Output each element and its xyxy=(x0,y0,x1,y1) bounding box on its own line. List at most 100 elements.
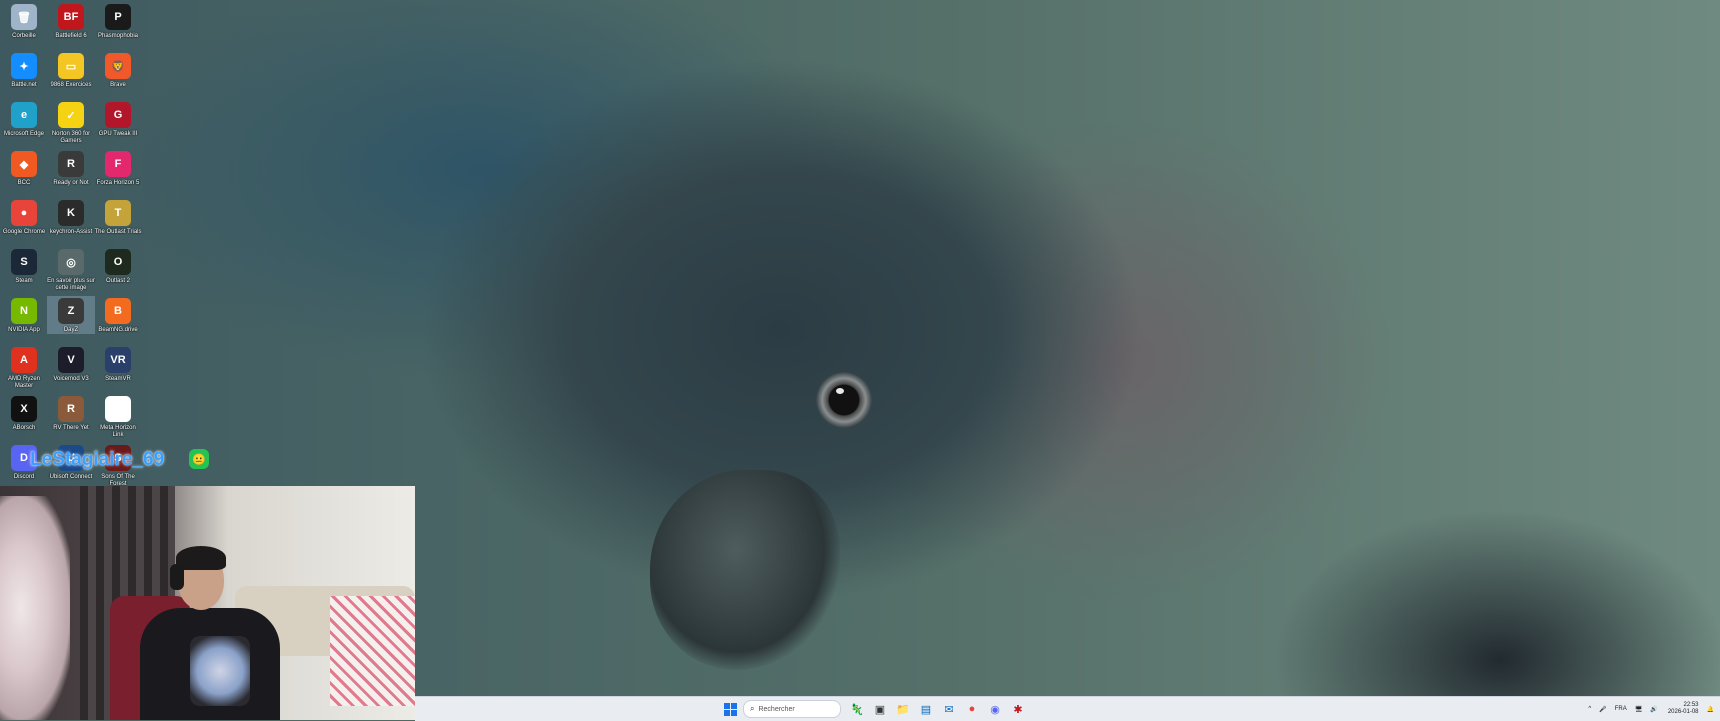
volume-icon[interactable]: 🔊 xyxy=(1650,706,1657,713)
ready-or-not-icon: R xyxy=(58,151,84,177)
taskbar-store-icon[interactable]: ▤ xyxy=(916,699,936,719)
desktop-icon-microsoft-edge[interactable]: e Microsoft Edge xyxy=(0,100,48,138)
desktop-icon-beamng-drive[interactable]: B BeamNG.drive xyxy=(94,296,142,334)
desktop-icon-label: Ready or Not xyxy=(53,180,89,186)
desktop-icon-label: Corbeille xyxy=(12,33,36,39)
desktop-icon-label: Forza Horizon 5 xyxy=(96,180,140,186)
bcc-icon: ◆ xyxy=(11,151,37,177)
taskbar-app-red-icon[interactable]: ✱ xyxy=(1008,699,1028,719)
streamer-username: LeStagiaire_69 xyxy=(30,449,165,470)
9868-exercices-icon: ▭ xyxy=(58,53,84,79)
desktop-icon-label: Outlast 2 xyxy=(105,278,130,284)
phasmophobia-icon: P xyxy=(105,4,131,30)
desktop-icon-label: BeamNG.drive xyxy=(98,327,138,333)
desktop-icon-label: SteamVR xyxy=(105,376,131,382)
rv-there-yet-icon: R xyxy=(58,396,84,422)
desktop-icon-ready-or-not[interactable]: R Ready or Not xyxy=(47,149,95,187)
microphone-icon[interactable]: 🎤 xyxy=(1599,706,1606,713)
webcam-christmas-tree xyxy=(0,496,70,720)
desktop-icon-label: Norton 360 for Gamers xyxy=(51,131,91,144)
desktop-icon-9868-exercices[interactable]: ▭ 9868 Exercices xyxy=(47,51,95,89)
dayz-icon: Z xyxy=(58,298,84,324)
desktop-icon-en-savoir-plus-sur-cette-image[interactable]: ◎ En savoir plus sur cette image xyxy=(47,247,95,292)
desktop-icon-battlefield-6[interactable]: BF Battlefield 6 xyxy=(47,2,95,40)
notification-bell-icon[interactable]: 🔔 xyxy=(1707,706,1714,713)
search-icon: ⌕ xyxy=(750,704,755,713)
taskbar-chrome-icon[interactable]: ● xyxy=(962,699,982,719)
network-icon[interactable]: 🖥 xyxy=(1635,706,1643,713)
taskbar-file-explorer-icon[interactable]: 📁 xyxy=(893,699,913,719)
desktop-icon-keychron-assist[interactable]: Kkeychron-Assist xyxy=(47,198,95,236)
desktop-icon-steam[interactable]: S Steam xyxy=(0,247,48,285)
taskbar-task-view-icon[interactable]: ▣ xyxy=(870,699,890,719)
start-button[interactable] xyxy=(720,699,740,719)
desktop-icon-voicemod-v3[interactable]: V Voicemod V3 xyxy=(47,345,95,383)
desktop-icon-steamvr[interactable]: VR SteamVR xyxy=(94,345,142,383)
clock-time: 22:53 xyxy=(1683,702,1699,708)
desktop-icon-label: Ubisoft Connect xyxy=(49,474,93,480)
steam-icon: S xyxy=(11,249,37,275)
taskbar-outlook-icon[interactable]: ✉ xyxy=(939,699,959,719)
gpu-tweak-iii-icon: G xyxy=(105,102,131,128)
taskbar-discord-icon[interactable]: ◉ xyxy=(985,699,1005,719)
outlast-2-icon: O xyxy=(105,249,131,275)
desktop-icon-google-chrome[interactable]: ● Google Chrome xyxy=(0,198,48,236)
taskbar-clock[interactable]: 22:53 2026-01-08 xyxy=(1668,702,1699,716)
desktop-icon-gpu-tweak-iii[interactable]: G GPU Tweak III xyxy=(94,100,142,138)
desktop-icon-nvidia-app[interactable]: N NVIDIA App xyxy=(0,296,48,334)
steamvr-icon: VR xyxy=(105,347,131,373)
battle-net-icon: ✦ xyxy=(11,53,37,79)
corbeille-icon: 🗑 xyxy=(11,4,37,30)
desktop-icon-label: Battlefield 6 xyxy=(55,33,87,39)
desktop-icon-label: AMD Ryzen Master xyxy=(7,376,40,389)
desktop-icon-brave[interactable]: 🦁 Brave xyxy=(94,51,142,89)
battlefield-6-icon: BF xyxy=(58,4,84,30)
microsoft-edge-icon: e xyxy=(11,102,37,128)
nvidia-app-icon: N xyxy=(11,298,37,324)
desktop-icon-label: Brave xyxy=(110,82,126,88)
voicemod-v3-icon: V xyxy=(58,347,84,373)
system-tray: ^ 🎤 FRA 🖥 🔊 22:53 2026-01-08 🔔 xyxy=(1580,699,1714,719)
aborsch-icon: X xyxy=(11,396,37,422)
norton-360-for-gamers-icon: ✓ xyxy=(58,102,84,128)
desktop-icon-label: Meta Horizon Link xyxy=(100,425,136,438)
desktop-icon-outlast-2[interactable]: O Outlast 2 xyxy=(94,247,142,285)
overlay-badge-icon: 😐 xyxy=(189,449,209,469)
brave-icon: 🦁 xyxy=(105,53,131,79)
wallpaper-beak xyxy=(650,470,840,670)
keychron-assist-icon: K xyxy=(58,200,84,226)
desktop-icon-rv-there-yet[interactable]: R RV There Yet xyxy=(47,394,95,432)
desktop-icon-label: BCC xyxy=(17,180,31,186)
desktop-icon-phasmophobia[interactable]: P Phasmophobia xyxy=(94,2,142,40)
desktop-icon-label: RV There Yet xyxy=(53,425,89,431)
desktop-icon-label: En savoir plus sur cette image xyxy=(47,278,95,291)
desktop-icon-corbeille[interactable]: 🗑 Corbeille xyxy=(0,2,48,40)
desktop-icon-amd-ryzen-master[interactable]: A AMD Ryzen Master xyxy=(0,345,48,390)
desktop-icon-meta-horizon-link[interactable]: ∞ Meta Horizon Link xyxy=(94,394,142,439)
taskbar: ⌕ Rechercher 🦎 ▣ 📁 ▤ ✉ ● ◉ ✱ ^ 🎤 FRA 🖥 🔊 22:53 … xyxy=(415,696,1720,721)
desktop-icon-norton-360-for-gamers[interactable]: ✓ Norton 360 for Gamers xyxy=(47,100,95,145)
clock-date: 2026-01-08 xyxy=(1667,709,1699,715)
desktop-icon-label: DayZ xyxy=(63,327,79,333)
desktop-icon-label: GPU Tweak III xyxy=(98,131,138,137)
desktop-icon-label: NVIDIA App xyxy=(8,327,40,333)
desktop-icon-label: 9868 Exercices xyxy=(50,82,92,88)
amd-ryzen-master-icon: A xyxy=(11,347,37,373)
language-indicator[interactable]: FRA xyxy=(1615,706,1627,712)
google-chrome-icon: ● xyxy=(11,200,37,226)
webcam-person-hair xyxy=(176,546,226,570)
desktop-icon-battle-net[interactable]: ✦ Battle.net xyxy=(0,51,48,89)
desktop-icon-bcc[interactable]: ◆ BCC xyxy=(0,149,48,187)
taskbar-center: ⌕ Rechercher 🦎 ▣ 📁 ▤ ✉ ● ◉ ✱ xyxy=(720,699,1031,719)
desktop-icon-the-outlast-trials[interactable]: T The Outlast Trials xyxy=(94,198,142,236)
desktop-icon-aborsch[interactable]: X ABorsch xyxy=(0,394,48,432)
desktop-icon-dayz[interactable]: Z DayZ xyxy=(47,296,95,334)
wallpaper-eye xyxy=(816,372,872,428)
desktop-icon-label: Voicemod V3 xyxy=(53,376,89,382)
taskbar-search-box[interactable]: ⌕ Rechercher xyxy=(743,700,841,718)
tray-chevron-icon[interactable]: ^ xyxy=(1588,706,1591,712)
taskbar-widgets-icon[interactable]: 🦎 xyxy=(847,699,867,719)
desktop-icon-label: Battle.net xyxy=(11,82,37,88)
desktop-icon-forza-horizon-5[interactable]: F Forza Horizon 5 xyxy=(94,149,142,187)
windows-logo-icon xyxy=(723,702,737,716)
